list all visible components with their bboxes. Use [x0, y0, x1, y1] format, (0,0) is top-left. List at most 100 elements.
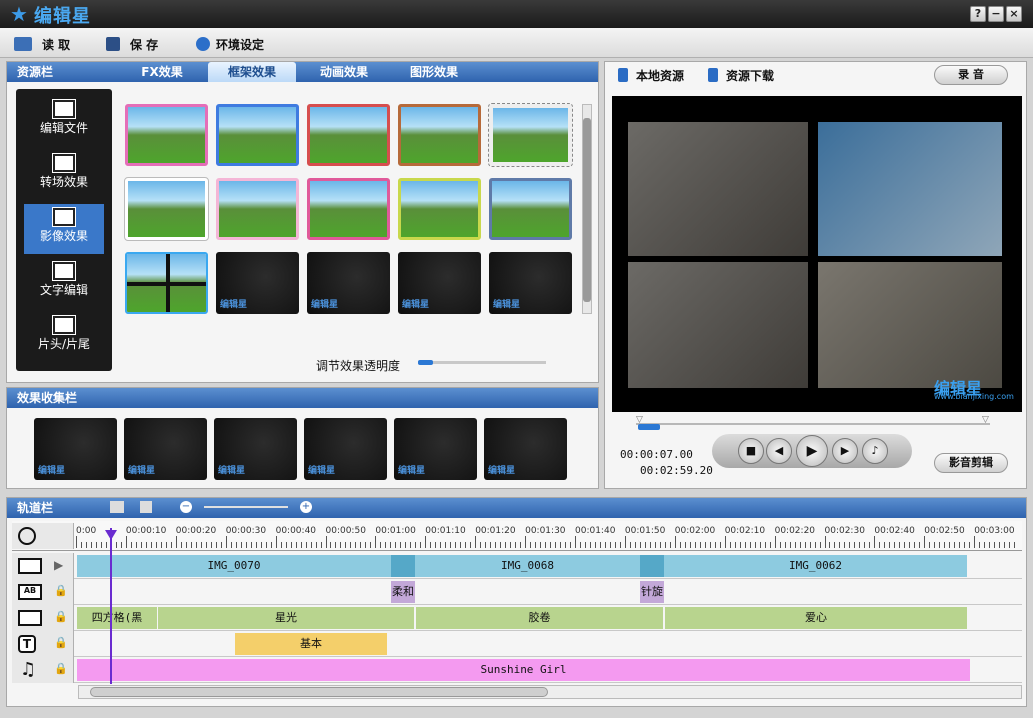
- next-frame-icon[interactable]: ▶: [832, 438, 858, 464]
- watermark-label: 编辑星: [308, 466, 336, 476]
- ruler-tick-mark: [435, 542, 437, 548]
- collection-item[interactable]: 编辑星: [304, 418, 387, 480]
- text-clip[interactable]: 基本: [235, 633, 387, 655]
- frame-thumb-placeholder[interactable]: 编辑星: [216, 252, 299, 314]
- video-clip[interactable]: IMG_0070: [77, 555, 391, 577]
- play-icon[interactable]: ▶: [796, 435, 828, 467]
- opacity-slider[interactable]: [418, 361, 546, 364]
- record-button[interactable]: 录 音: [934, 65, 1008, 85]
- ruler-tick-mark: [490, 542, 492, 548]
- frame-thumb[interactable]: [125, 104, 208, 166]
- ruler-tick-label: 00:00:50: [325, 526, 366, 536]
- ruler-tick-mark: [694, 542, 696, 548]
- side-item-text[interactable]: 文字编辑: [24, 258, 104, 308]
- frame-thumb-placeholder[interactable]: 编辑星: [398, 252, 481, 314]
- audio-clip[interactable]: Sunshine Girl: [77, 659, 970, 681]
- effect-clip[interactable]: 爱心: [665, 607, 967, 629]
- effect-clip[interactable]: 星光: [158, 607, 414, 629]
- frame-thumb[interactable]: [307, 104, 390, 166]
- save-button[interactable]: 保 存: [106, 35, 158, 53]
- ruler-tick-mark: [545, 542, 547, 548]
- ruler-tick-mark: [180, 542, 182, 548]
- stop-icon[interactable]: ■: [738, 438, 764, 464]
- ruler-tick-mark: [944, 542, 946, 548]
- start-marker-icon[interactable]: ▽: [636, 415, 643, 425]
- lock-icon[interactable]: 🔒: [54, 636, 68, 649]
- close-button[interactable]: ×: [1006, 6, 1022, 22]
- open-folder-icon[interactable]: [110, 501, 124, 513]
- ruler-tick-mark: [779, 542, 781, 548]
- prev-frame-icon[interactable]: ◀: [766, 438, 792, 464]
- ruler-tick-mark: [560, 542, 562, 548]
- tab-animation[interactable]: 动画效果: [304, 62, 384, 82]
- zoom-in-icon[interactable]: +: [300, 501, 312, 513]
- ruler-tick-mark: [160, 542, 162, 548]
- transition-clip[interactable]: 针旋: [640, 581, 664, 603]
- play-track-icon[interactable]: ▶: [54, 558, 63, 572]
- media-edit-button[interactable]: 影音剪辑: [934, 453, 1008, 473]
- opacity-label: 调节效果透明度: [316, 359, 401, 373]
- zoom-out-icon[interactable]: −: [180, 501, 192, 513]
- frame-thumb[interactable]: [216, 178, 299, 240]
- playhead-marker-icon[interactable]: [105, 530, 117, 540]
- frame-thumb[interactable]: [398, 178, 481, 240]
- timeline-scrollbar-thumb[interactable]: [90, 687, 548, 697]
- volume-icon[interactable]: ♪: [862, 438, 888, 464]
- ruler-tick-mark: [80, 542, 82, 548]
- frame-thumb[interactable]: [398, 104, 481, 166]
- side-item-edit-file[interactable]: 编辑文件: [24, 96, 104, 146]
- frame-thumb-placeholder[interactable]: 编辑星: [489, 252, 572, 314]
- frame-thumb[interactable]: [216, 104, 299, 166]
- lock-icon[interactable]: 🔒: [54, 610, 68, 623]
- ruler-tick-mark: [530, 542, 532, 548]
- frame-thumb-selected[interactable]: [125, 252, 208, 314]
- side-item-image-effect[interactable]: 影像效果: [24, 204, 104, 254]
- collection-item[interactable]: 编辑星: [394, 418, 477, 480]
- video-cell: [818, 262, 1002, 388]
- frame-thumb-placeholder[interactable]: 编辑星: [307, 252, 390, 314]
- frame-thumb[interactable]: [124, 177, 209, 241]
- lock-icon[interactable]: 🔒: [54, 584, 68, 597]
- read-button[interactable]: 读 取: [14, 35, 70, 53]
- frame-thumb[interactable]: [489, 178, 572, 240]
- side-item-title-ending[interactable]: 片头/片尾: [24, 312, 104, 362]
- ruler-tick-mark: [724, 536, 726, 548]
- settings-button[interactable]: 环境设定: [196, 35, 264, 53]
- local-resource-button[interactable]: 本地资源: [618, 66, 684, 84]
- lock-icon[interactable]: 🔒: [54, 662, 68, 675]
- video-clip[interactable]: IMG_0062: [664, 555, 967, 577]
- frame-thumb[interactable]: [307, 178, 390, 240]
- tab-graphic[interactable]: 图形效果: [394, 62, 474, 82]
- ruler-tick-mark: [195, 542, 197, 548]
- collection-item[interactable]: 编辑星: [124, 418, 207, 480]
- ruler-tick-mark: [475, 536, 477, 548]
- scrollbar-thumb[interactable]: [583, 118, 591, 302]
- help-button[interactable]: ?: [970, 6, 986, 22]
- tab-frame[interactable]: 框架效果: [208, 62, 296, 82]
- effect-clip[interactable]: 四方格(黑: [77, 607, 157, 629]
- ruler-tick-mark: [699, 542, 701, 548]
- collection-item[interactable]: 编辑星: [484, 418, 567, 480]
- watermark-label: 编辑星: [311, 300, 339, 310]
- ruler-tick-mark: [210, 542, 212, 548]
- ruler-tick-mark: [120, 542, 122, 548]
- collection-item[interactable]: 编辑星: [34, 418, 117, 480]
- side-item-transition[interactable]: 转场效果: [24, 150, 104, 200]
- ruler-tick-mark: [669, 542, 671, 548]
- zoom-slider[interactable]: [204, 506, 288, 508]
- transition-clip[interactable]: 柔和: [391, 581, 415, 603]
- ruler-tick-mark: [570, 542, 571, 548]
- frame-thumb[interactable]: [488, 103, 573, 167]
- video-clip[interactable]: IMG_0068: [415, 555, 640, 577]
- playback-progress[interactable]: [636, 423, 990, 425]
- tab-fx[interactable]: FX效果: [124, 62, 200, 82]
- clips-icon: [52, 315, 76, 335]
- minimize-button[interactable]: −: [988, 6, 1004, 22]
- collection-item[interactable]: 编辑星: [214, 418, 297, 480]
- download-resource-button[interactable]: 资源下载: [708, 66, 774, 84]
- end-marker-icon[interactable]: ▽: [982, 415, 989, 425]
- save-floppy-icon[interactable]: [140, 501, 152, 513]
- ruler-tick-mark: [1004, 542, 1006, 548]
- playhead[interactable]: [110, 528, 112, 684]
- effect-clip[interactable]: 胶卷: [416, 607, 663, 629]
